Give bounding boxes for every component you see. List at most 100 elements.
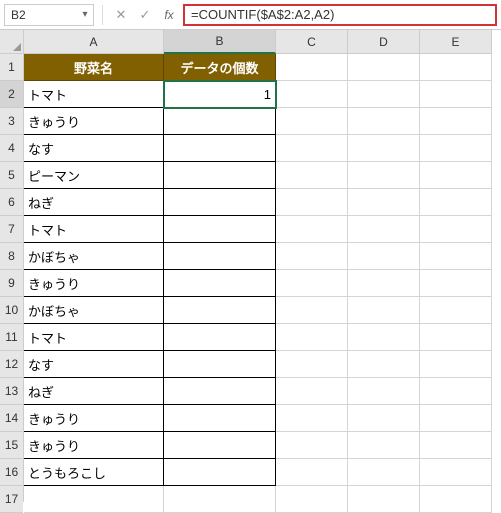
cell[interactable] — [420, 162, 492, 189]
cell[interactable]: ピーマン — [24, 162, 164, 189]
cell[interactable]: トマト — [24, 216, 164, 243]
col-header[interactable]: C — [276, 30, 348, 54]
cell[interactable] — [348, 459, 420, 486]
cell[interactable] — [348, 216, 420, 243]
cell[interactable]: トマト — [24, 81, 164, 108]
cell[interactable] — [420, 243, 492, 270]
cell[interactable] — [348, 243, 420, 270]
cell[interactable] — [420, 297, 492, 324]
row-header[interactable]: 8 — [0, 243, 23, 270]
col-header[interactable]: A — [24, 30, 164, 54]
cell[interactable]: きゅうり — [24, 432, 164, 459]
cell[interactable] — [348, 108, 420, 135]
cell[interactable] — [276, 324, 348, 351]
cell[interactable] — [164, 216, 276, 243]
cell[interactable] — [164, 324, 276, 351]
row-header[interactable]: 13 — [0, 378, 23, 405]
cell[interactable] — [420, 378, 492, 405]
cell[interactable] — [164, 405, 276, 432]
cell-active[interactable]: 1 — [164, 81, 276, 108]
row-header[interactable]: 12 — [0, 351, 23, 378]
cell[interactable] — [164, 243, 276, 270]
cell[interactable] — [420, 405, 492, 432]
col-header[interactable]: B — [164, 30, 276, 54]
cell[interactable]: なす — [24, 351, 164, 378]
cell[interactable] — [420, 432, 492, 459]
cell[interactable] — [276, 297, 348, 324]
cell[interactable] — [164, 162, 276, 189]
cell[interactable] — [164, 189, 276, 216]
cell[interactable]: ねぎ — [24, 378, 164, 405]
cell[interactable] — [24, 486, 164, 513]
cell[interactable] — [348, 54, 420, 81]
cell[interactable] — [164, 135, 276, 162]
cancel-icon[interactable]: ✕ — [111, 5, 131, 25]
col-header[interactable]: E — [420, 30, 492, 54]
col-header[interactable]: D — [348, 30, 420, 54]
row-header[interactable]: 4 — [0, 135, 23, 162]
row-header[interactable]: 1 — [0, 54, 23, 81]
cell[interactable] — [276, 486, 348, 513]
cell[interactable] — [348, 270, 420, 297]
row-header[interactable]: 17 — [0, 486, 23, 513]
cell[interactable] — [420, 108, 492, 135]
cell[interactable]: トマト — [24, 324, 164, 351]
cell[interactable] — [276, 432, 348, 459]
cell[interactable] — [348, 324, 420, 351]
cell[interactable] — [420, 324, 492, 351]
cell[interactable]: なす — [24, 135, 164, 162]
cell[interactable]: かぼちゃ — [24, 297, 164, 324]
cell[interactable] — [276, 108, 348, 135]
cell[interactable] — [420, 216, 492, 243]
cell[interactable]: とうもろこし — [24, 459, 164, 486]
cell[interactable] — [348, 405, 420, 432]
cell[interactable] — [420, 459, 492, 486]
cell[interactable] — [276, 216, 348, 243]
formula-input[interactable]: =COUNTIF($A$2:A2,A2) — [183, 4, 497, 26]
header-cell-b[interactable]: データの個数 — [164, 54, 276, 81]
cell[interactable]: ねぎ — [24, 189, 164, 216]
row-header[interactable]: 10 — [0, 297, 23, 324]
select-all-corner[interactable] — [0, 30, 23, 54]
cell[interactable] — [348, 351, 420, 378]
cell[interactable] — [164, 351, 276, 378]
cell[interactable] — [420, 189, 492, 216]
cell[interactable] — [348, 378, 420, 405]
cell[interactable] — [276, 81, 348, 108]
row-header[interactable]: 6 — [0, 189, 23, 216]
cell[interactable] — [164, 297, 276, 324]
row-header[interactable]: 11 — [0, 324, 23, 351]
cell[interactable] — [164, 459, 276, 486]
cell[interactable] — [276, 405, 348, 432]
cell[interactable] — [164, 378, 276, 405]
cell[interactable] — [164, 432, 276, 459]
cell[interactable] — [420, 351, 492, 378]
cell[interactable] — [348, 81, 420, 108]
cell[interactable] — [276, 351, 348, 378]
name-box[interactable]: B2 ▾ — [4, 4, 94, 26]
cell[interactable] — [420, 270, 492, 297]
cell[interactable] — [276, 162, 348, 189]
cell[interactable]: かぼちゃ — [24, 243, 164, 270]
chevron-down-icon[interactable]: ▾ — [77, 9, 93, 20]
cell[interactable] — [276, 189, 348, 216]
row-header[interactable]: 7 — [0, 216, 23, 243]
cell[interactable]: きゅうり — [24, 108, 164, 135]
cell[interactable] — [420, 81, 492, 108]
cell[interactable] — [420, 486, 492, 513]
cell[interactable] — [276, 270, 348, 297]
cell[interactable] — [348, 162, 420, 189]
cell[interactable] — [276, 243, 348, 270]
cell[interactable] — [164, 486, 276, 513]
row-header[interactable]: 3 — [0, 108, 23, 135]
row-header[interactable]: 14 — [0, 405, 23, 432]
cell[interactable] — [348, 135, 420, 162]
fx-icon[interactable]: fx — [159, 5, 179, 25]
row-header[interactable]: 9 — [0, 270, 23, 297]
cell[interactable] — [276, 54, 348, 81]
cell[interactable] — [348, 189, 420, 216]
row-header[interactable]: 5 — [0, 162, 23, 189]
cell[interactable]: きゅうり — [24, 270, 164, 297]
cell[interactable] — [276, 459, 348, 486]
cell[interactable] — [164, 108, 276, 135]
